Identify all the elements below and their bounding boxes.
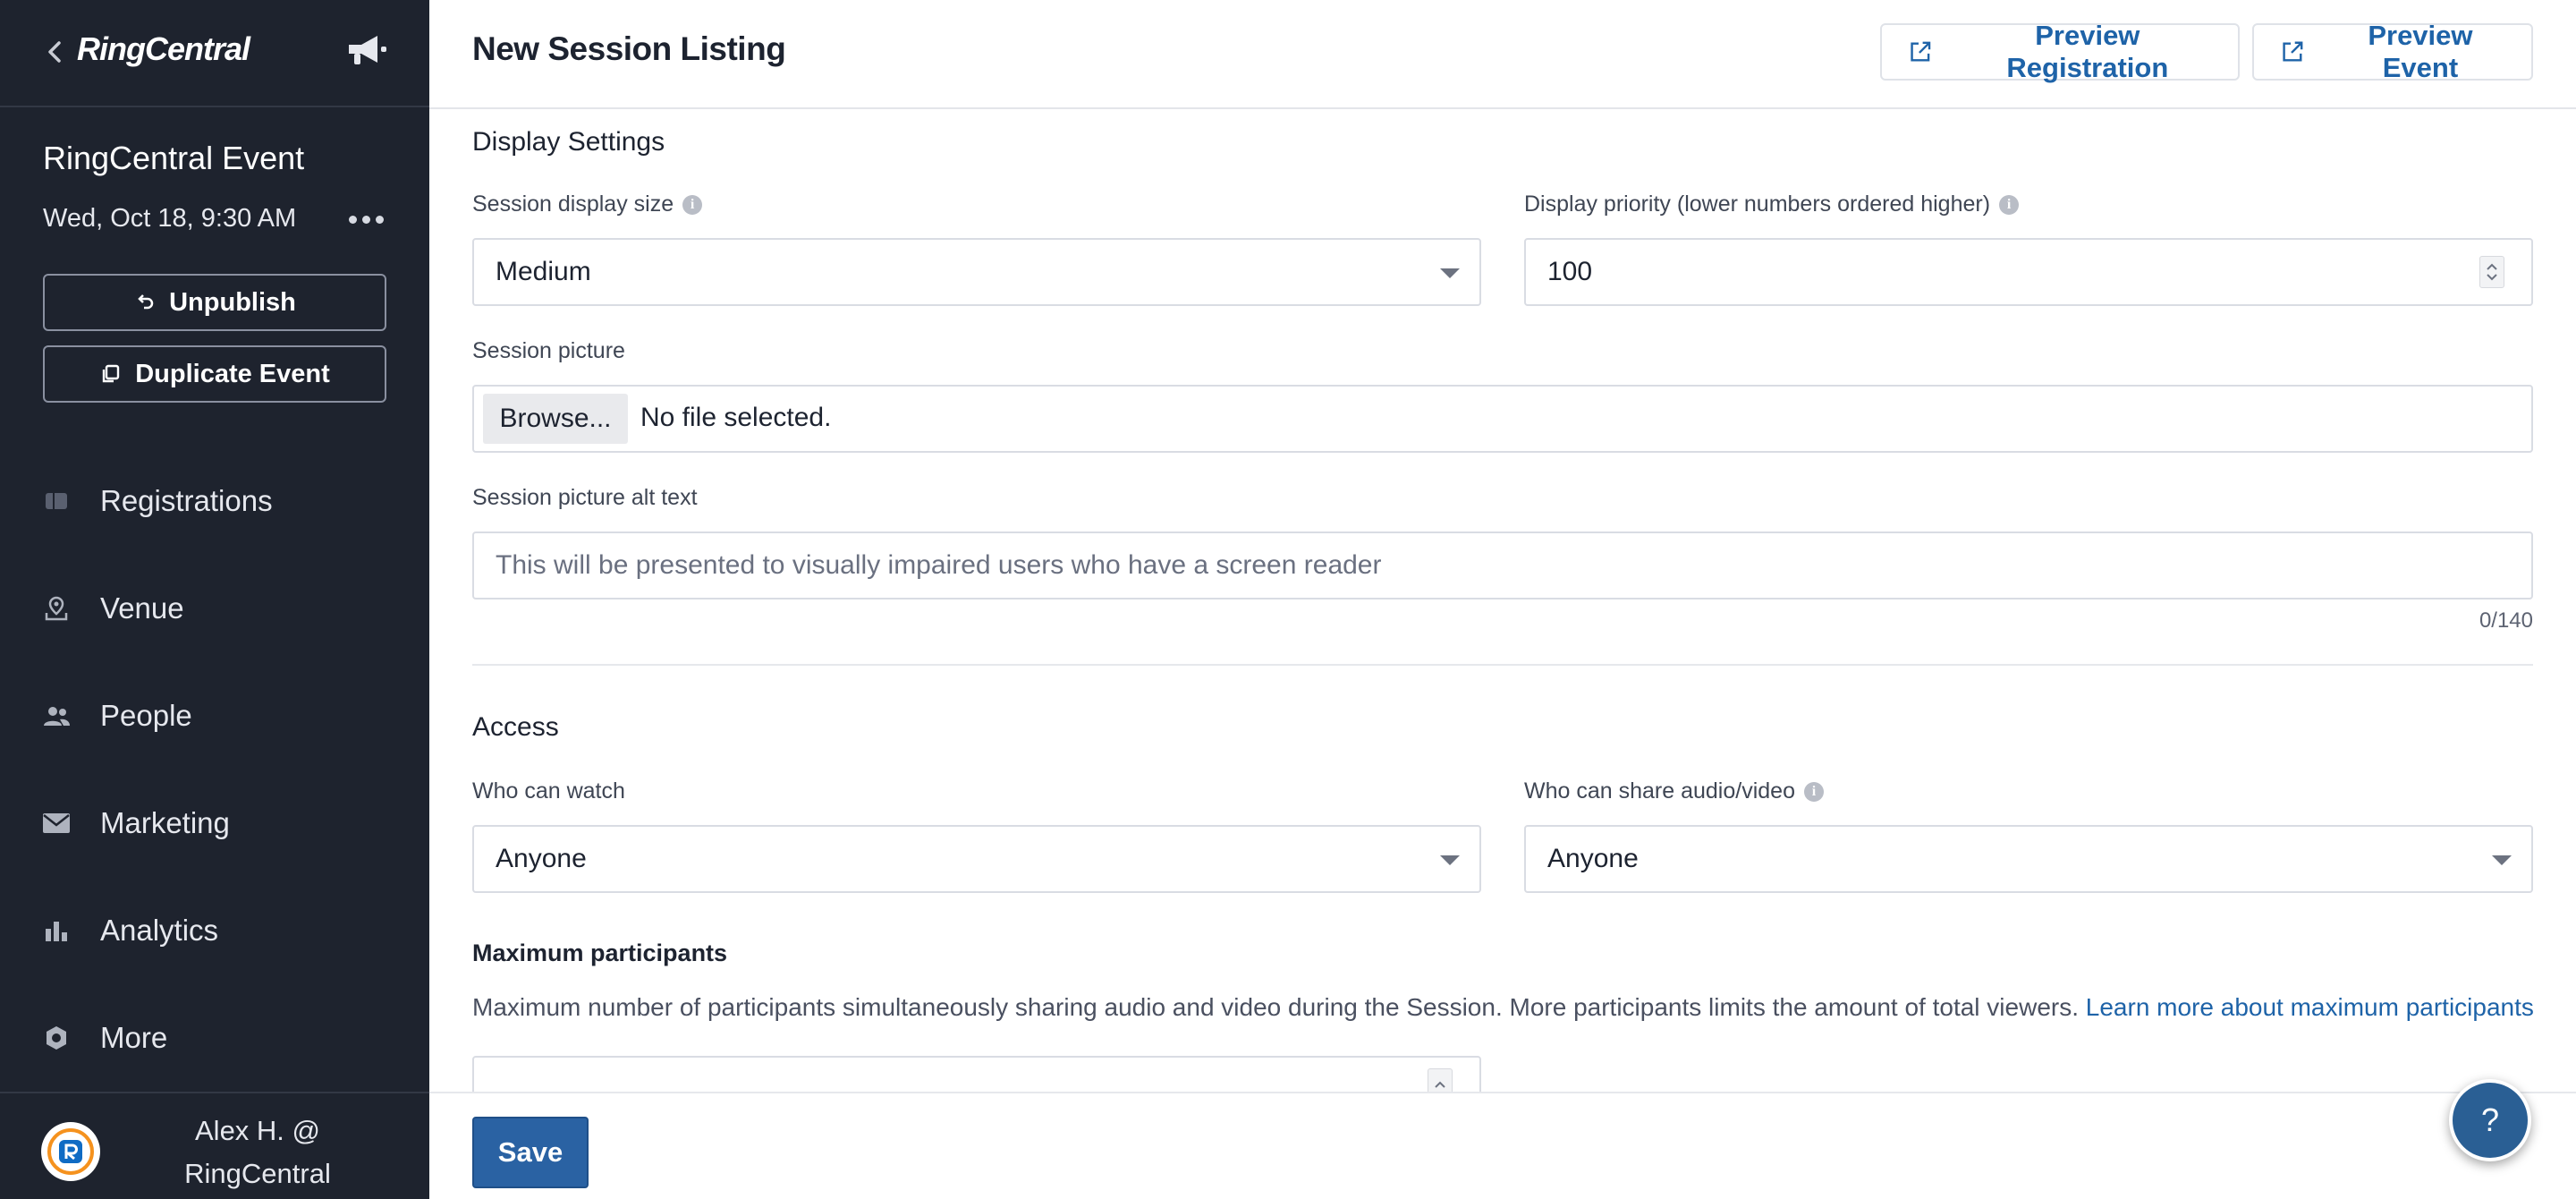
info-icon[interactable]: i (682, 194, 703, 215)
sidebar-header: RingCentral (0, 0, 429, 107)
no-file-text: No file selected. (640, 403, 832, 432)
info-icon[interactable]: i (1803, 781, 1824, 802)
maximum-participants-input[interactable]: 50 (472, 1056, 1481, 1092)
maximum-participants-title: Maximum participants (472, 940, 728, 966)
session-picture-label: Session picture (472, 338, 625, 363)
sidebar-item-label: Analytics (100, 914, 219, 947)
alt-text-counter: 0/140 (2479, 608, 2533, 633)
ringcentral-logo-icon (59, 1140, 82, 1163)
preview-registration-button[interactable]: Preview Registration (1880, 20, 2240, 83)
sidebar-item-label: Venue (100, 591, 184, 625)
venue-icon (41, 593, 72, 624)
duplicate-event-button[interactable]: Duplicate Event (43, 345, 386, 403)
number-stepper[interactable] (1428, 1068, 1453, 1092)
sidebar-item-analytics[interactable]: Analytics (0, 895, 429, 966)
external-link-icon (2283, 41, 2303, 62)
session-picture-alt-input[interactable]: This will be presented to visually impai… (472, 531, 2533, 600)
stepper-up-icon[interactable] (2486, 263, 2498, 270)
main-content: Display Settings Session display size i … (429, 109, 2576, 1092)
who-can-watch-label: Who can watch (472, 778, 625, 804)
learn-more-link[interactable]: Learn more about maximum participants (2086, 993, 2534, 1021)
alt-text-placeholder: This will be presented to visually impai… (496, 550, 1382, 580)
external-link-icon (1911, 41, 1931, 62)
more-options-icon[interactable] (345, 199, 386, 240)
sidebar-item-registrations[interactable]: Registrations (0, 465, 429, 537)
user-name-line1: Alex H. @ (195, 1115, 320, 1146)
user-profile[interactable]: Alex H. @ RingCentral (0, 1092, 429, 1199)
help-button[interactable]: ? (2449, 1079, 2531, 1161)
who-can-share-value: Anyone (1547, 844, 1639, 873)
undo-icon (138, 294, 154, 310)
brand-logo[interactable]: RingCentral (77, 30, 250, 68)
access-title: Access (472, 712, 559, 742)
section-divider (472, 664, 2533, 666)
display-priority-value: 100 (1547, 257, 1593, 286)
who-can-watch-select[interactable]: Anyone (472, 825, 1481, 893)
sidebar-item-label: Registrations (100, 484, 273, 517)
stepper-down-icon[interactable] (2486, 274, 2498, 281)
who-can-watch-value: Anyone (496, 844, 587, 873)
session-picture-alt-label: Session picture alt text (472, 485, 698, 510)
display-priority-label: Display priority (lower numbers ordered … (1524, 191, 2020, 217)
unpublish-label: Unpublish (169, 287, 296, 317)
maximum-participants-description: Maximum number of participants simultane… (472, 993, 2534, 1021)
sidebar-item-label: People (100, 699, 192, 732)
session-display-size-value: Medium (496, 257, 591, 286)
ticket-icon (41, 486, 72, 516)
session-display-size-select[interactable]: Medium (472, 238, 1481, 306)
user-name: Alex H. @ RingCentral (143, 1110, 372, 1195)
number-stepper[interactable] (2479, 256, 2504, 288)
page-header: New Session Listing Preview Registration… (429, 0, 2576, 109)
copy-icon (103, 364, 120, 383)
display-priority-input[interactable]: 100 (1524, 238, 2533, 306)
info-icon[interactable]: i (1999, 194, 2020, 215)
chevron-down-icon (1440, 855, 1460, 865)
sidebar-item-more[interactable]: More (0, 1002, 429, 1074)
duplicate-label: Duplicate Event (135, 359, 330, 388)
event-date: Wed, Oct 18, 9:30 AM (43, 204, 297, 233)
page-title: New Session Listing (472, 30, 786, 67)
unpublish-button[interactable]: Unpublish (43, 274, 386, 331)
settings-icon (41, 1023, 72, 1053)
mail-icon (41, 808, 72, 838)
who-can-share-select[interactable]: Anyone (1524, 825, 2533, 893)
bar-chart-icon (41, 915, 72, 946)
sidebar-item-venue[interactable]: Venue (0, 573, 429, 644)
back-chevron-icon[interactable] (41, 34, 68, 70)
sidebar-item-label: More (100, 1021, 168, 1054)
browse-button[interactable]: Browse... (483, 394, 628, 444)
sidebar-item-people[interactable]: People (0, 680, 429, 752)
save-button[interactable]: Save (472, 1117, 589, 1188)
footer-bar: Save (429, 1092, 2576, 1199)
avatar (41, 1122, 100, 1181)
sidebar-item-marketing[interactable]: Marketing (0, 787, 429, 859)
megaphone-icon[interactable] (343, 30, 390, 70)
chevron-down-icon (2492, 855, 2512, 865)
sidebar: RingCentral RingCentral Event Wed, Oct 1… (0, 0, 429, 1199)
stepper-up-icon[interactable] (1434, 1081, 1446, 1088)
sidebar-item-label: Marketing (100, 806, 230, 839)
preview-registration-label: Preview Registration (2006, 20, 2169, 83)
chevron-down-icon (1440, 268, 1460, 278)
session-display-size-label: Session display size i (472, 191, 703, 217)
who-can-share-label: Who can share audio/video i (1524, 778, 1824, 804)
display-settings-title: Display Settings (472, 127, 665, 157)
event-name: RingCentral Event (43, 140, 305, 176)
people-icon (41, 701, 72, 731)
preview-event-label: Preview Event (2368, 20, 2473, 83)
session-picture-file-input[interactable]: Browse... No file selected. (472, 385, 2533, 453)
preview-event-button[interactable]: Preview Event (2252, 20, 2533, 83)
user-name-line2: RingCentral (184, 1158, 331, 1189)
